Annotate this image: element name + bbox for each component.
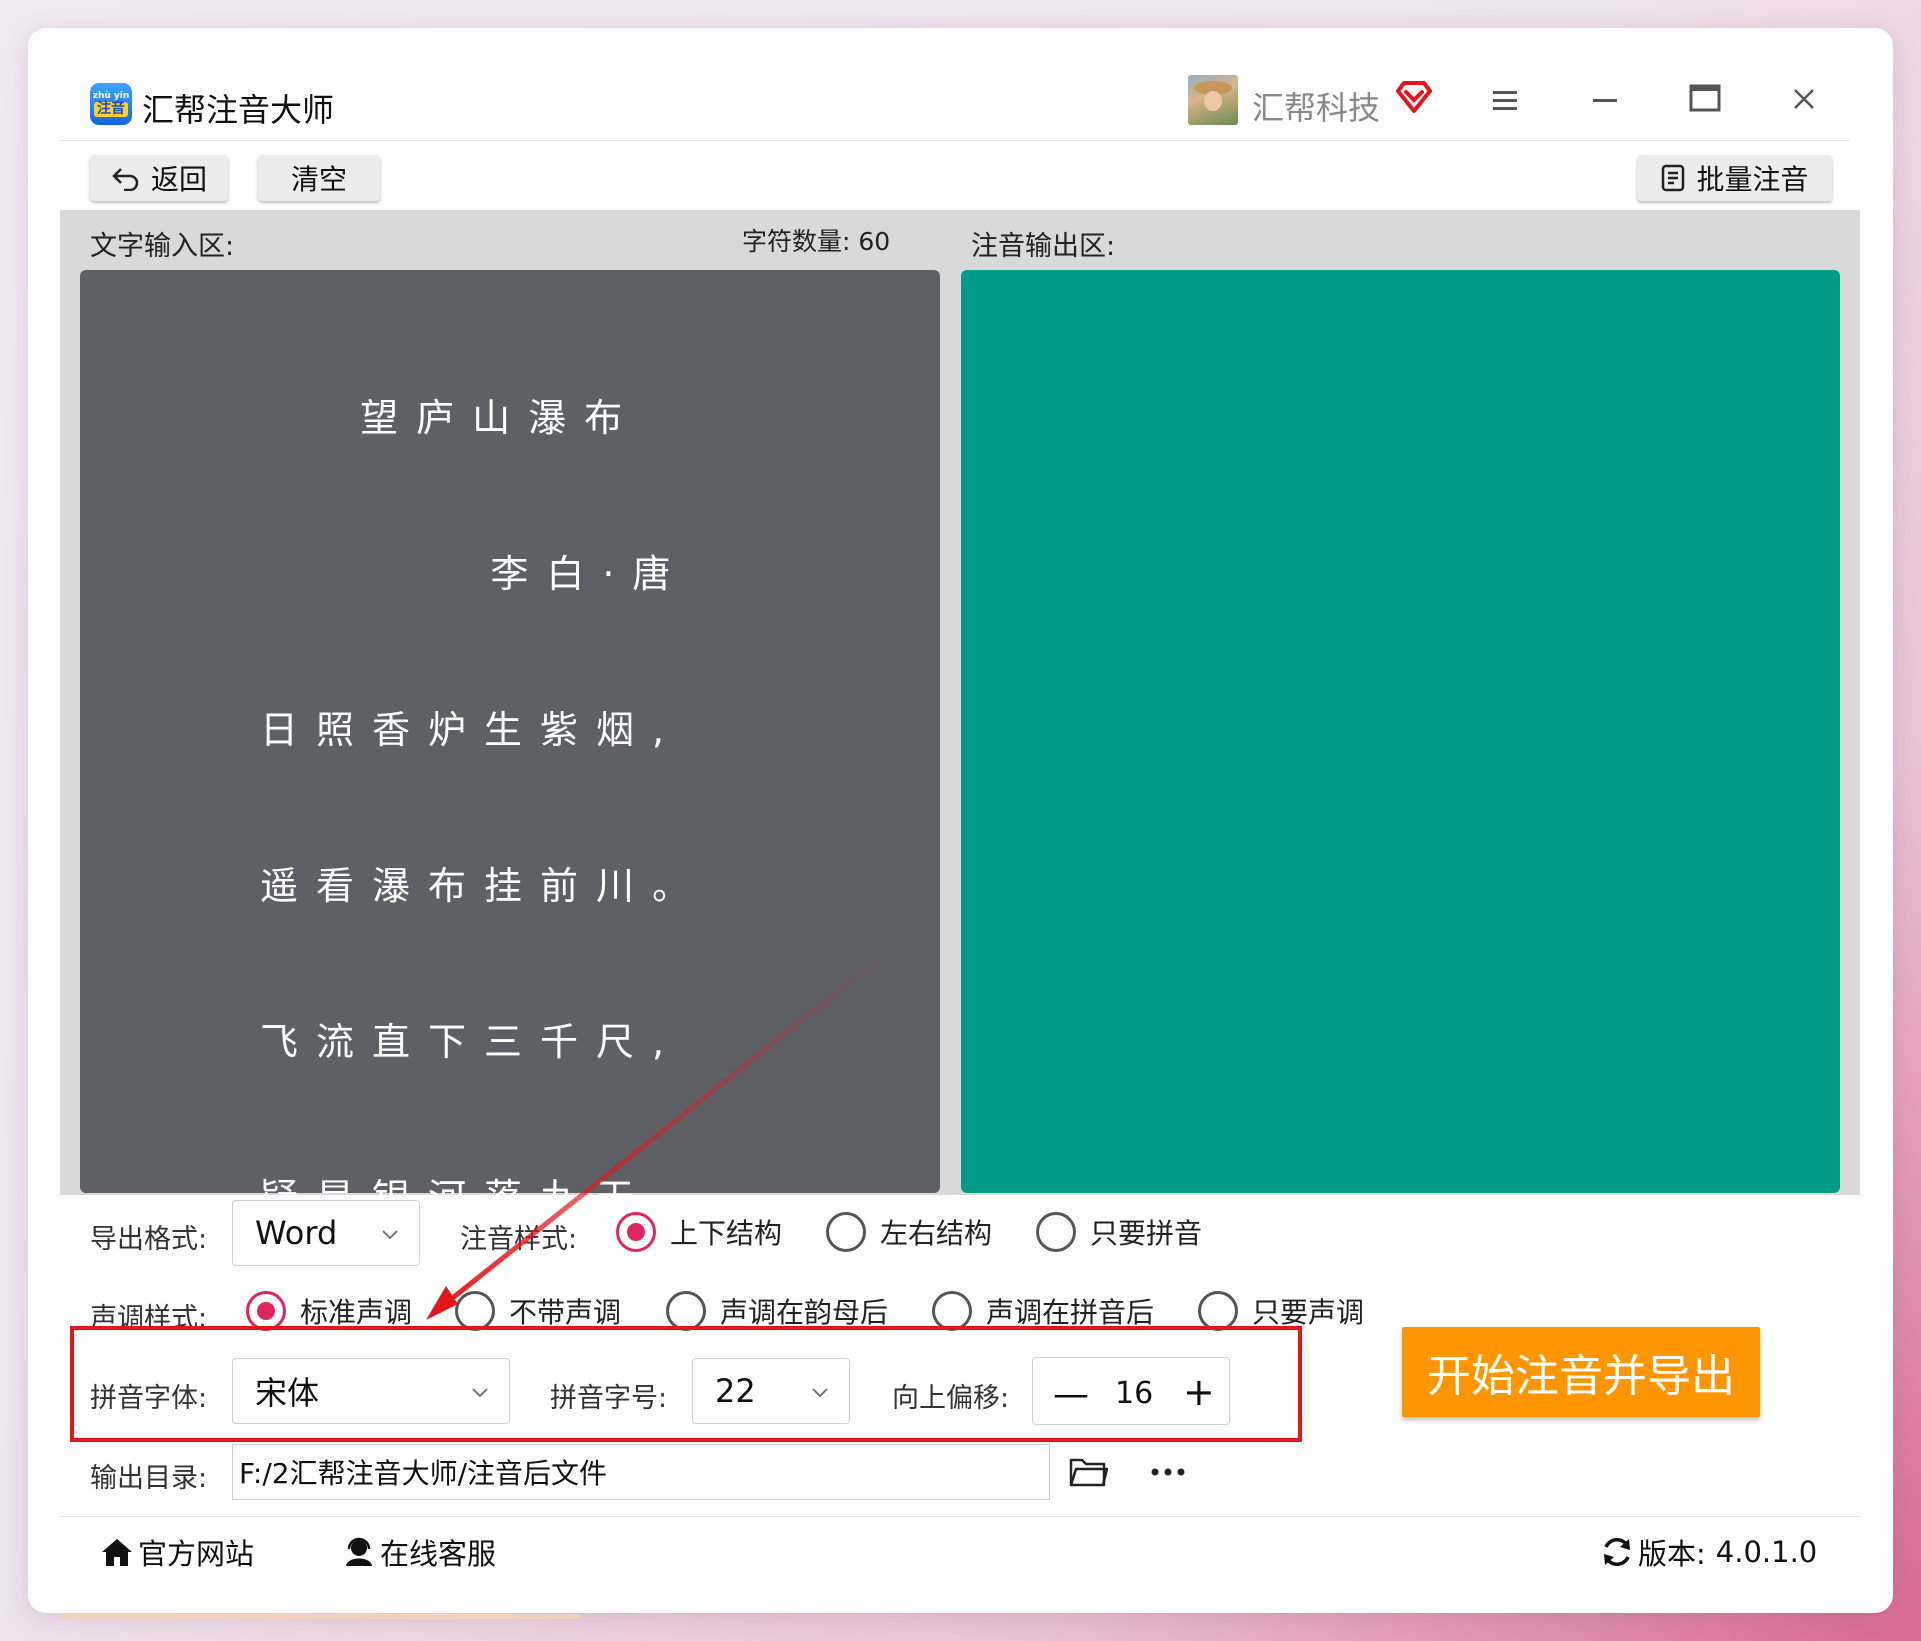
- folder-icon[interactable]: [1068, 1454, 1108, 1490]
- annotation-arrow: [426, 948, 892, 1320]
- online-support-link[interactable]: 在线客服: [342, 1531, 496, 1573]
- output-dir-field[interactable]: F:/2汇帮注音大师/注音后文件: [232, 1444, 1050, 1500]
- progress-strip: [60, 1614, 580, 1619]
- official-website-link[interactable]: 官方网站: [100, 1531, 254, 1573]
- footer: 官方网站 在线客服 版本: 4.0.1.0: [60, 1516, 1860, 1581]
- home-icon: [102, 1539, 132, 1566]
- refresh-icon: [1604, 1538, 1630, 1566]
- output-dir-value: F:/2汇帮注音大师/注音后文件: [239, 1457, 608, 1490]
- more-icon[interactable]: [1150, 1466, 1186, 1478]
- output-dir-label: 输出目录:: [90, 1463, 208, 1494]
- support-agent-icon: [346, 1537, 372, 1566]
- version-info[interactable]: 版本: 4.0.1.0: [1600, 1531, 1817, 1573]
